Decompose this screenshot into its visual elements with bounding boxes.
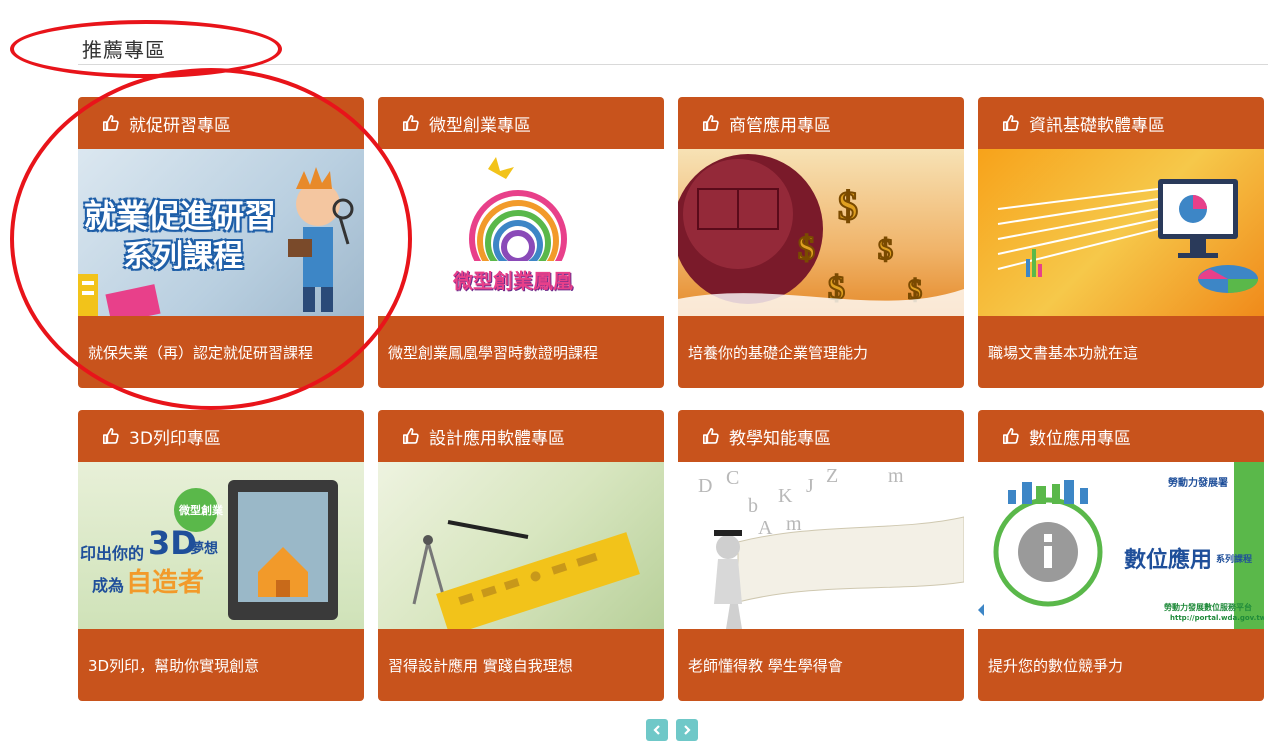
thumbs-up-icon [1002,114,1019,132]
pager-next-button[interactable] [676,719,698,741]
card-title: 微型創業專區 [429,115,531,136]
card-business-management[interactable]: 商管應用專區 $ $ $ $ $ 培養你的基礎企業管理能力 [678,97,964,388]
svg-text:J: J [806,475,814,497]
drafting-tools-illustration [412,520,640,629]
svg-text:$: $ [838,183,858,228]
card-header: 資訊基礎軟體專區 [978,97,1264,149]
section-title: 推薦專區 [82,38,166,62]
card-image: 勞動力發展署 數位應用 系列課程 勞動力發展數位服務平台 http://port… [978,462,1264,629]
thumbs-up-icon [1002,427,1019,445]
chevron-right-icon [684,725,691,735]
image-bubble-text: 微型創業 [179,504,223,517]
card-header: 商管應用專區 [678,97,964,149]
card-title: 設計應用軟體專區 [429,428,565,449]
card-micro-entrepreneurship[interactable]: 微型創業專區 微型創業鳳凰 微型創業鳳凰學習時數證明課程 [378,97,664,388]
card-description: 提升您的數位競爭力 [988,656,1124,675]
card-header: 教學知能專區 [678,410,964,462]
image-logo-text: 勞動力發展署 [1168,478,1228,489]
thumbs-up-icon [402,114,419,132]
image-caption-line2b: 自造者 [126,568,205,598]
image-caption-line2: 系列課程 [123,239,243,274]
thumbs-up-icon [702,427,719,445]
card-footer: 就保失業（再）認定就促研習課程 [78,316,364,388]
card-description: 老師懂得教 學生學得會 [688,656,843,675]
card-employment-training[interactable]: 就促研習專區 就業促進研習 系列課程 就保失業（再）認定就促研習課程 [78,97,364,388]
svg-text:m: m [888,465,904,487]
card-title: 資訊基礎軟體專區 [1029,115,1165,136]
card-3d-printing[interactable]: 3D列印專區 微型創業 印出你的 3D 夢想 成為 自造者 3D列印，幫助你實現… [78,410,364,701]
card-description: 微型創業鳳凰學習時數證明課程 [388,343,599,362]
card-description: 3D列印，幫助你實現創意 [88,656,260,675]
section-header: 推薦專區 [78,32,1268,65]
card-description: 就保失業（再）認定就促研習課程 [88,343,314,362]
puzzle-globe-illustration: $ $ $ $ $ [678,154,964,316]
card-image: DCb KJZ Amm [678,462,964,629]
card-title: 3D列印專區 [129,428,221,449]
card-title: 商管應用專區 [729,115,831,136]
svg-text:Z: Z [826,465,838,487]
card-image: 微型創業 印出你的 3D 夢想 成為 自造者 [78,462,364,629]
monitor-chart-illustration [997,179,1258,293]
card-basic-software[interactable]: 資訊基礎軟體專區 職場文書基本功就在這 [978,97,1264,388]
image-url-text: http://portal.wda.gov.tw [1170,614,1264,622]
card-description: 習得設計應用 實踐自我理想 [388,656,573,675]
card-image: 微型創業鳳凰 [378,149,664,316]
card-header: 設計應用軟體專區 [378,410,664,462]
card-teaching-skills[interactable]: 教學知能專區 DCb KJZ Amm 老師懂得教 學生學得會 [678,410,964,701]
thumbs-up-icon [102,114,119,132]
card-image: $ $ $ $ $ [678,149,964,316]
image-sub-text: 系列課程 [1216,555,1253,565]
card-footer: 老師懂得教 學生學得會 [678,629,964,701]
image-caption: 微型創業鳳凰 [453,269,573,293]
svg-text:K: K [778,485,793,507]
svg-text:C: C [726,467,739,489]
image-caption-line2a: 成為 [92,576,125,595]
card-header: 數位應用專區 [978,410,1264,462]
card-title: 數位應用專區 [1029,428,1131,449]
card-digital-application[interactable]: 數位應用專區 勞動力發展署 數位應用 系列課程 勞動力發展數位服務平台 http… [978,410,1264,701]
thumbs-up-icon [102,427,119,445]
graduate-book-illustration: D Cb KJZ Amm [698,465,964,629]
card-footer: 職場文書基本功就在這 [978,316,1264,388]
card-footer: 3D列印，幫助你實現創意 [78,629,364,701]
card-footer: 習得設計應用 實踐自我理想 [378,629,664,701]
card-header: 就促研習專區 [78,97,364,149]
card-footer: 培養你的基礎企業管理能力 [678,316,964,388]
image-main-text: 數位應用 [1124,548,1213,573]
card-header: 3D列印專區 [78,410,364,462]
card-title: 就促研習專區 [129,115,231,136]
card-header: 微型創業專區 [378,97,664,149]
card-footer: 微型創業鳳凰學習時數證明課程 [378,316,664,388]
pager-prev-button[interactable] [646,719,668,741]
image-caption-line1a: 印出你的 [80,544,145,563]
svg-text:D: D [698,475,712,497]
card-footer: 提升您的數位競爭力 [978,629,1264,701]
card-image [378,462,664,629]
image-platform-text: 勞動力發展數位服務平台 [1164,603,1252,612]
chevron-left-icon [653,725,660,735]
card-image: 就業促進研習 系列課程 [78,149,364,316]
svg-text:$: $ [798,230,815,267]
card-description: 職場文書基本功就在這 [988,343,1139,362]
card-description: 培養你的基礎企業管理能力 [688,343,869,362]
svg-text:b: b [748,495,758,517]
svg-text:$: $ [878,233,893,266]
thumbs-up-icon [702,114,719,132]
thumbs-up-icon [402,427,419,445]
card-title: 教學知能專區 [729,428,831,449]
image-caption-line1c: 夢想 [190,541,218,557]
card-image [978,149,1264,316]
card-design-software[interactable]: 設計應用軟體專區 習得設計應用 實踐自我理想 [378,410,664,701]
